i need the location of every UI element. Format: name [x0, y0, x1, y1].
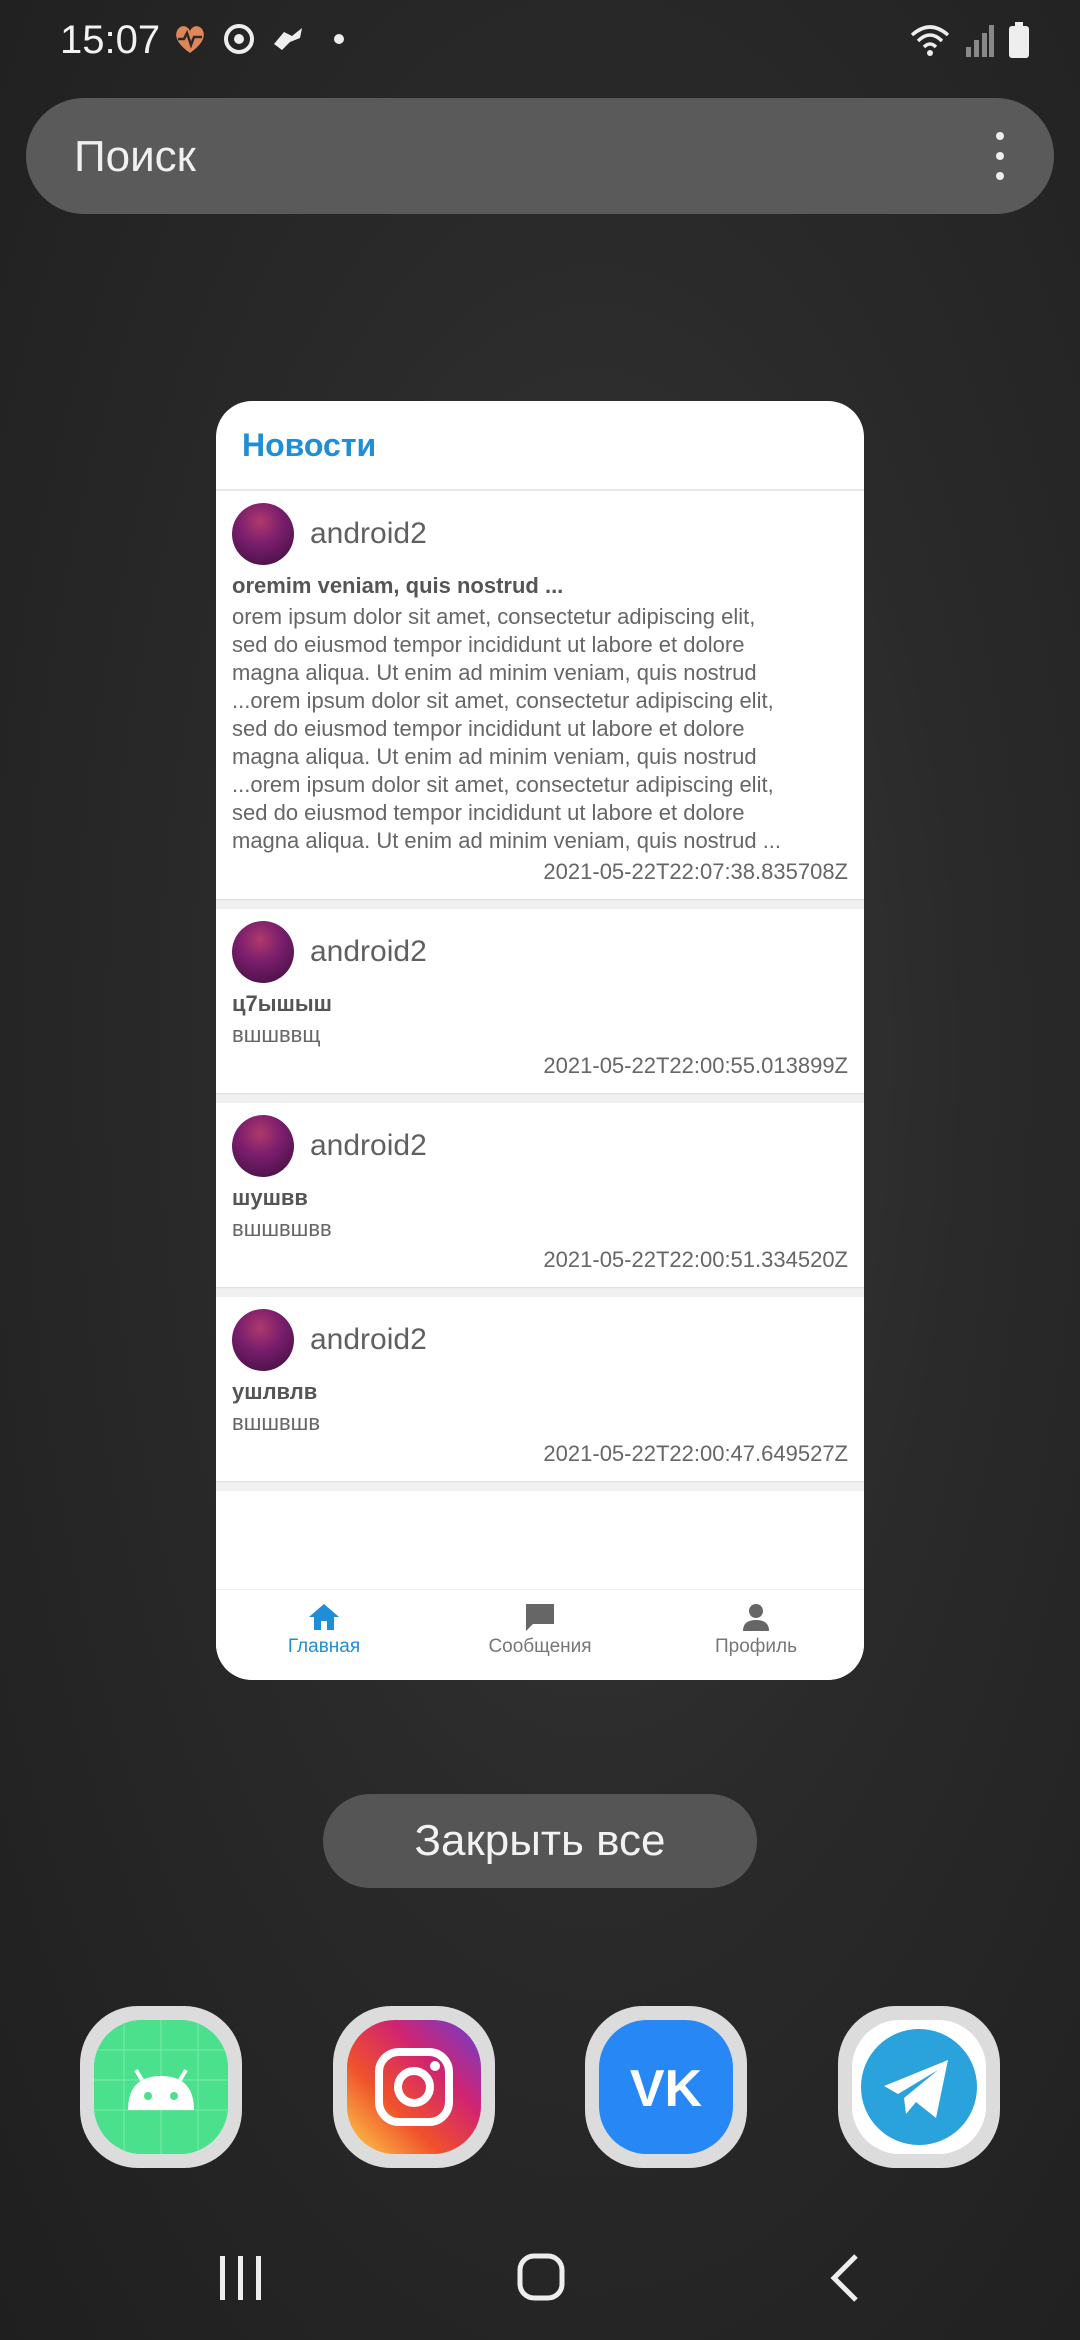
post-username: android2 — [310, 517, 427, 550]
nav-item-home[interactable]: Главная — [216, 1590, 432, 1680]
app-header: Новости — [216, 401, 864, 491]
signal-icon — [966, 25, 994, 57]
post-date: 2021-05-22T22:00:51.334520Z — [543, 1247, 848, 1272]
post-title: oremim veniam, quis nostrud ... — [232, 573, 564, 598]
close-all-button[interactable]: Закрыть все — [323, 1794, 757, 1888]
post-title: ушлвлв — [232, 1379, 318, 1404]
post-card[interactable]: android2 oremim veniam, quis nostrud ...… — [216, 491, 864, 899]
sync-icon — [224, 24, 254, 54]
home-icon — [309, 1604, 339, 1630]
svg-text:VK: VK — [630, 2060, 703, 2118]
avatar — [232, 1309, 294, 1371]
post-card[interactable]: android2 ушлвлв вшшвшв 2021-05-22T22:00:… — [216, 1297, 864, 1481]
post-card[interactable]: android2 ц7ышыш вшшввщ 2021-05-22T22:00:… — [216, 909, 864, 1093]
post-body: вшшввщ — [232, 1022, 321, 1047]
instagram-icon — [346, 2020, 481, 2154]
dock-app-android-studio[interactable] — [80, 2006, 242, 2168]
search-label: Поиск — [74, 132, 196, 181]
system-navigation-bar — [0, 2230, 1080, 2340]
dock-app-telegram[interactable] — [837, 2006, 1000, 2168]
avatar — [232, 1115, 294, 1177]
status-time: 15:07 — [60, 18, 161, 62]
wifi-icon — [910, 25, 950, 56]
post-date: 2021-05-22T22:07:38.835708Z — [543, 859, 848, 884]
recent-app-card[interactable]: Новости android2 oremim veniam, quis nos… — [216, 401, 864, 1680]
post-body: вшшвшв — [232, 1410, 321, 1435]
post-username: android2 — [310, 1129, 427, 1162]
telegram-icon — [851, 2020, 986, 2154]
dock-app-vk[interactable]: VK — [585, 2006, 748, 2168]
post-username: android2 — [310, 1323, 427, 1356]
more-notifications-dot — [334, 34, 344, 44]
post-date: 2021-05-22T22:00:55.013899Z — [543, 1053, 848, 1078]
status-bar: 15:07 — [0, 0, 1080, 84]
home-button-icon[interactable] — [516, 2252, 566, 2302]
person-icon — [743, 1604, 769, 1631]
dock-app-instagram[interactable] — [332, 2006, 495, 2168]
post-username: android2 — [310, 935, 427, 968]
nav-item-profile[interactable]: Профиль — [648, 1590, 864, 1680]
post-body: вшшвшвв — [232, 1216, 332, 1241]
nav-item-messages[interactable]: Сообщения — [432, 1590, 648, 1680]
back-icon[interactable] — [826, 2252, 862, 2304]
android-studio-icon — [94, 2020, 228, 2154]
close-all-label: Закрыть все — [414, 1816, 666, 1865]
battery-icon — [1009, 22, 1029, 58]
post-date: 2021-05-22T22:00:47.649527Z — [543, 1441, 848, 1466]
post-card[interactable]: android2 шушвв вшшвшвв 2021-05-22T22:00:… — [216, 1103, 864, 1287]
post-body: orem ipsum dolor sit amet, consectetur a… — [232, 604, 782, 853]
avatar — [232, 503, 294, 565]
bottom-navigation: Главная Сообщения Профиль — [216, 1589, 864, 1680]
page-title: Новости — [242, 427, 377, 463]
chat-icon — [526, 1604, 554, 1631]
recents-icon[interactable] — [218, 2254, 264, 2302]
news-feed[interactable]: android2 oremim veniam, quis nostrud ...… — [216, 491, 864, 1491]
nav-label: Сообщения — [488, 1636, 592, 1657]
post-title: ц7ышыш — [232, 991, 333, 1016]
vk-icon: VK — [599, 2020, 734, 2154]
post-title: шушвв — [232, 1185, 308, 1210]
status-system-icons — [910, 22, 1030, 58]
app-dock: VK — [80, 2006, 1000, 2168]
more-options-icon[interactable] — [994, 132, 1006, 180]
heart-rate-icon — [176, 26, 204, 53]
status-notification-icons — [172, 22, 344, 56]
nav-label: Главная — [287, 1636, 361, 1657]
recents-search-bar[interactable]: Поиск — [26, 98, 1054, 214]
avatar — [232, 921, 294, 983]
app-notification-icon — [274, 28, 302, 50]
nav-label: Профиль — [714, 1636, 798, 1657]
